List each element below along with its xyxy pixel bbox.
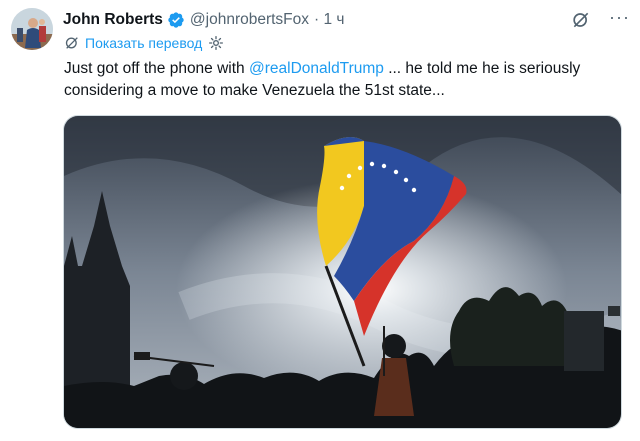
more-icon[interactable]: ··· <box>609 8 630 26</box>
tweet[interactable]: John Roberts @johnrobertsFox · 1 ч ··· П… <box>0 0 640 441</box>
tweet-media[interactable] <box>63 115 622 429</box>
show-translation-link[interactable]: Показать перевод <box>64 35 229 51</box>
grok-icon[interactable] <box>571 10 591 30</box>
translate-icon <box>65 37 78 49</box>
gear-icon[interactable] <box>208 35 224 51</box>
tweet-text: Just got off the phone with @realDonaldT… <box>64 58 630 102</box>
verified-badge-icon <box>168 12 184 28</box>
avatar[interactable] <box>11 8 53 50</box>
author-name[interactable]: John Roberts <box>63 11 163 29</box>
header-actions: ··· <box>571 8 630 30</box>
tweet-text-before: Just got off the phone with <box>64 60 249 77</box>
translate-label[interactable]: Показать перевод <box>85 35 202 51</box>
mention-link[interactable]: @realDonaldTrump <box>249 60 384 77</box>
tweet-time[interactable]: · 1 ч <box>314 11 344 29</box>
tweet-header: John Roberts @johnrobertsFox · 1 ч ··· <box>63 8 630 31</box>
avatar-photo <box>11 8 53 50</box>
venezuelan-flag-photo <box>64 116 621 428</box>
author-handle[interactable]: @johnrobertsFox <box>190 11 309 29</box>
